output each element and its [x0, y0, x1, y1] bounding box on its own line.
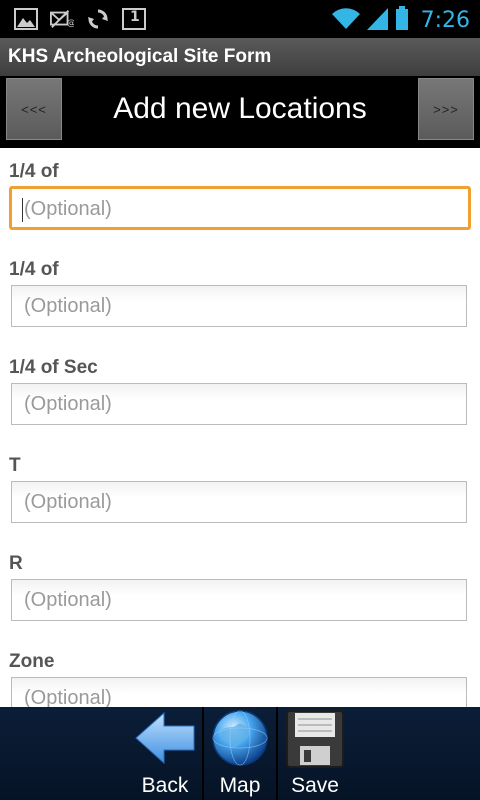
battery-icon [395, 5, 409, 35]
field-label: T [9, 455, 21, 476]
input-placeholder: (Optional) [24, 491, 112, 513]
save-button[interactable]: Save [278, 707, 352, 800]
calendar-day: 1 [130, 9, 140, 25]
input-placeholder: (Optional) [24, 393, 112, 415]
back-arrow-icon [134, 711, 196, 769]
globe-icon [211, 709, 269, 771]
township-input[interactable]: (Optional) [11, 481, 467, 523]
previous-button[interactable]: <<< [6, 78, 62, 140]
bottom-toolbar: Back Map Save [0, 707, 480, 800]
app-title-bar: KHS Archeological Site Form [0, 38, 480, 76]
map-button[interactable]: Map [204, 707, 276, 800]
quarter-of-sec-input[interactable]: (Optional) [11, 383, 467, 425]
field-label: 1/4 of Sec [9, 357, 98, 378]
page-title: Add new Locations [113, 92, 367, 125]
sync-icon [86, 7, 110, 31]
zone-input[interactable]: (Optional) [11, 677, 467, 707]
field-label: R [9, 553, 23, 574]
range-input[interactable]: (Optional) [11, 579, 467, 621]
text-cursor [22, 197, 23, 222]
app-title: KHS Archeological Site Form [8, 46, 272, 67]
field-label: Zone [9, 651, 55, 672]
wifi-icon [331, 5, 361, 35]
mail-error-icon: @ [50, 7, 74, 31]
signal-icon [366, 5, 389, 35]
input-placeholder: (Optional) [24, 589, 112, 611]
next-button[interactable]: >>> [418, 78, 474, 140]
clock: 7:26 [420, 7, 470, 33]
notification-icons: @ 1 [14, 7, 146, 31]
field-label: 1/4 of [9, 259, 59, 280]
page-header: <<< Add new Locations >>> [0, 76, 480, 148]
status-bar: @ 1 7:26 [0, 0, 480, 38]
gallery-icon [14, 7, 38, 31]
field-label: 1/4 of [9, 161, 59, 182]
quarter-of-input-1[interactable]: (Optional) [9, 186, 471, 230]
back-label: Back [141, 774, 189, 797]
input-placeholder: (Optional) [24, 295, 112, 317]
quarter-of-input-2[interactable]: (Optional) [11, 285, 467, 327]
back-button[interactable]: Back [128, 707, 202, 800]
input-placeholder: (Optional) [24, 687, 112, 707]
save-label: Save [291, 774, 339, 797]
svg-text:@: @ [67, 17, 74, 28]
map-label: Map [219, 774, 261, 797]
input-placeholder: (Optional) [24, 198, 112, 220]
location-form[interactable]: 1/4 of (Optional) 1/4 of (Optional) 1/4 … [0, 148, 480, 707]
calendar-icon: 1 [122, 7, 146, 31]
floppy-disk-icon [286, 710, 344, 772]
